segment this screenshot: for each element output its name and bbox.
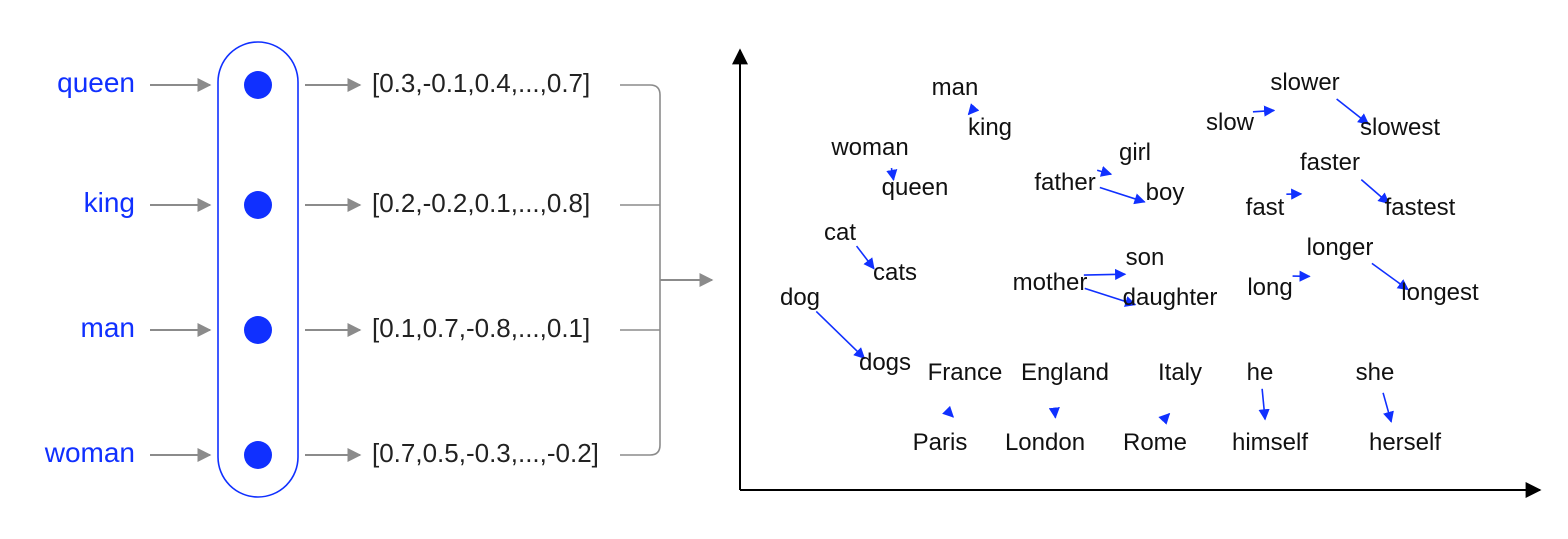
plot-word: slow [1206, 109, 1255, 136]
plot-word: girl [1119, 139, 1151, 166]
input-word: woman [44, 437, 135, 468]
plot-word: longest [1401, 279, 1479, 306]
plot-word: son [1126, 244, 1165, 271]
embedding-vector: [0.2,-0.2,0.1,...,0.8] [372, 188, 590, 218]
relation-arrow [1383, 393, 1391, 422]
relation-arrow [1164, 414, 1170, 420]
plot-word: himself [1232, 429, 1308, 456]
plot-word: Paris [913, 429, 968, 456]
embedding-vector: [0.1,0.7,-0.8,...,0.1] [372, 313, 590, 343]
plot-word: she [1356, 359, 1395, 386]
embedding-vector: [0.7,0.5,-0.3,...,-0.2] [372, 438, 599, 468]
plot-word: fastest [1385, 194, 1456, 221]
plot-word: boy [1146, 179, 1185, 206]
plot-word: Italy [1158, 359, 1202, 386]
plot-word: faster [1300, 149, 1360, 176]
embedding-node [244, 441, 272, 469]
plot-word: long [1247, 274, 1292, 301]
plot-word: Rome [1123, 429, 1187, 456]
plot-word: daughter [1123, 284, 1218, 311]
input-word: king [84, 187, 135, 218]
embedding-vector: [0.3,-0.1,0.4,...,0.7] [372, 68, 590, 98]
plot-word: queen [882, 174, 949, 201]
plot-word: dog [780, 284, 820, 311]
relation-arrow [1055, 410, 1056, 417]
plot-word: king [968, 114, 1012, 141]
plot-word: fast [1246, 194, 1285, 221]
plot-word: France [928, 359, 1003, 386]
plot-word: cats [873, 259, 917, 286]
plot-word: slowest [1360, 114, 1440, 141]
embedding-scatter-plot: man king woman queen girl father boy catcats son… [740, 50, 1540, 490]
plot-word: slower [1270, 69, 1339, 96]
plot-word: dogs [859, 349, 911, 376]
embedding-node [244, 191, 272, 219]
embedding-diagram: queen [0.3,-0.1,0.4,...,0.7] king [0.2,-… [0, 0, 1568, 539]
embedding-node [244, 316, 272, 344]
relation-arrow [1100, 187, 1145, 201]
plot-word: herself [1369, 429, 1441, 456]
plot-word: father [1034, 169, 1095, 196]
input-word: man [81, 312, 135, 343]
relation-arrow [1253, 110, 1274, 111]
input-word: queen [57, 67, 135, 98]
vectors-to-plot-connector [620, 85, 700, 455]
relation-arrow [1262, 389, 1265, 420]
plot-word: cat [824, 219, 856, 246]
plot-word: London [1005, 429, 1085, 456]
embedding-node [244, 71, 272, 99]
relation-arrow [1084, 274, 1125, 275]
relation-arrow [857, 246, 874, 269]
relation-arrow [1097, 170, 1111, 174]
plot-word: man [932, 74, 979, 101]
encoder-capsule [218, 42, 298, 497]
relation-arrow [951, 414, 954, 417]
plot-word: longer [1307, 234, 1374, 261]
plot-word: England [1021, 359, 1109, 386]
plot-word: mother [1013, 269, 1088, 296]
relation-arrow [816, 311, 864, 358]
plot-word: he [1247, 359, 1274, 386]
plot-word: woman [830, 134, 908, 161]
